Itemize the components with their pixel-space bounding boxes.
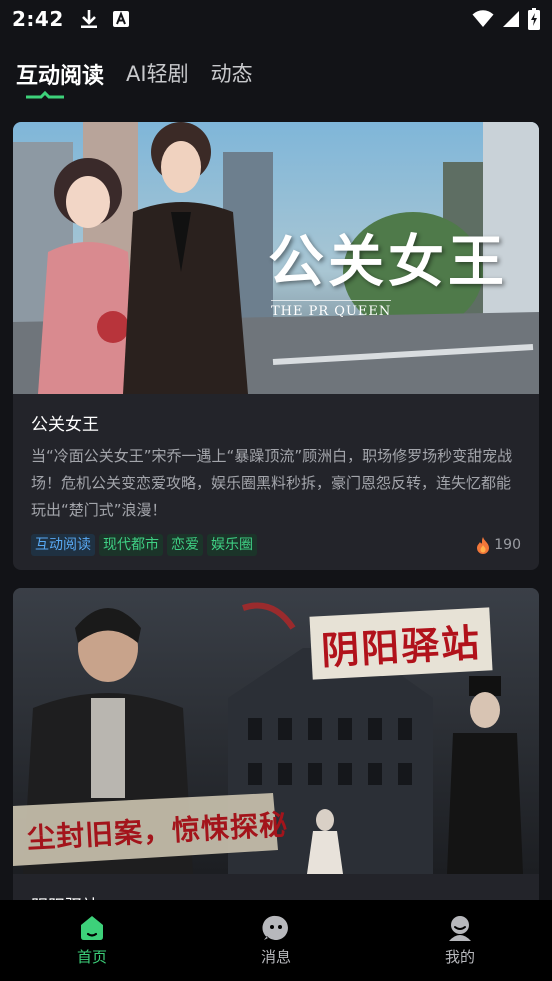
story-title: 公关女王 bbox=[31, 415, 99, 435]
tab-label: AI轻剧 bbox=[126, 62, 189, 86]
heat-value: 190 bbox=[494, 537, 521, 553]
tag-romance[interactable]: 恋爱 bbox=[167, 534, 203, 556]
tab-interactive-reading[interactable]: 互动阅读 bbox=[16, 52, 104, 90]
tab-ai-drama[interactable]: AI轻剧 bbox=[126, 52, 189, 88]
tab-label: 动态 bbox=[210, 62, 253, 86]
fire-icon bbox=[477, 537, 490, 554]
tag-interactive-reading[interactable]: 互动阅读 bbox=[31, 534, 95, 556]
wifi-icon bbox=[472, 10, 494, 27]
nav-label: 消息 bbox=[260, 948, 291, 966]
nav-label: 我的 bbox=[444, 948, 475, 966]
story-description: 当“冷面公关女王”宋乔一遇上“暴躁顶流”顾洲白，职场修罗场秒变甜宠战场！危机公关… bbox=[31, 447, 513, 519]
battery-icon bbox=[528, 8, 540, 30]
story-feed: 公关女王 THE PR QUEEN 公关女王 当“冷面公关女王”宋乔一遇上“暴躁… bbox=[13, 122, 539, 935]
message-icon bbox=[262, 915, 288, 940]
tab-dynamics[interactable]: 动态 bbox=[211, 52, 253, 88]
app-notification-icon bbox=[112, 11, 129, 27]
story-card[interactable]: 公关女王 THE PR QUEEN 公关女王 当“冷面公关女王”宋乔一遇上“暴躁… bbox=[13, 122, 539, 570]
signal-icon bbox=[503, 11, 519, 27]
profile-icon bbox=[449, 916, 471, 941]
status-time: 2:42 bbox=[12, 7, 64, 31]
active-tab-indicator bbox=[26, 90, 64, 99]
tag-entertainment[interactable]: 娱乐圈 bbox=[207, 534, 257, 556]
story-cover-image[interactable]: 阴阳驿站 尘封旧案，惊悚探秘 bbox=[13, 588, 539, 874]
nav-home[interactable]: 首页 bbox=[0, 900, 184, 981]
cover-subtitle-text: THE PR QUEEN bbox=[271, 300, 392, 319]
top-tabs: 互动阅读 AI轻剧 动态 bbox=[0, 52, 552, 104]
tab-label: 互动阅读 bbox=[16, 64, 105, 89]
cover-title-text: 阴阳驿站 bbox=[309, 607, 493, 680]
story-card[interactable]: 阴阳驿站 尘封旧案，惊悚探秘 阴阳驿站 bbox=[13, 588, 539, 917]
nav-profile[interactable]: 我的 bbox=[368, 900, 552, 981]
nav-messages[interactable]: 消息 bbox=[184, 900, 368, 981]
nav-label: 首页 bbox=[76, 948, 107, 966]
story-cover-image[interactable]: 公关女王 THE PR QUEEN bbox=[13, 122, 539, 394]
bottom-navigation: 首页 消息 我的 bbox=[0, 900, 552, 981]
heat-count: 190 bbox=[475, 536, 521, 554]
cover-title-text: 公关女王 bbox=[268, 229, 508, 295]
home-icon bbox=[81, 916, 103, 940]
status-bar: 2:42 bbox=[0, 0, 552, 38]
download-icon bbox=[80, 10, 97, 28]
tag-modern-city[interactable]: 现代都市 bbox=[99, 534, 163, 556]
